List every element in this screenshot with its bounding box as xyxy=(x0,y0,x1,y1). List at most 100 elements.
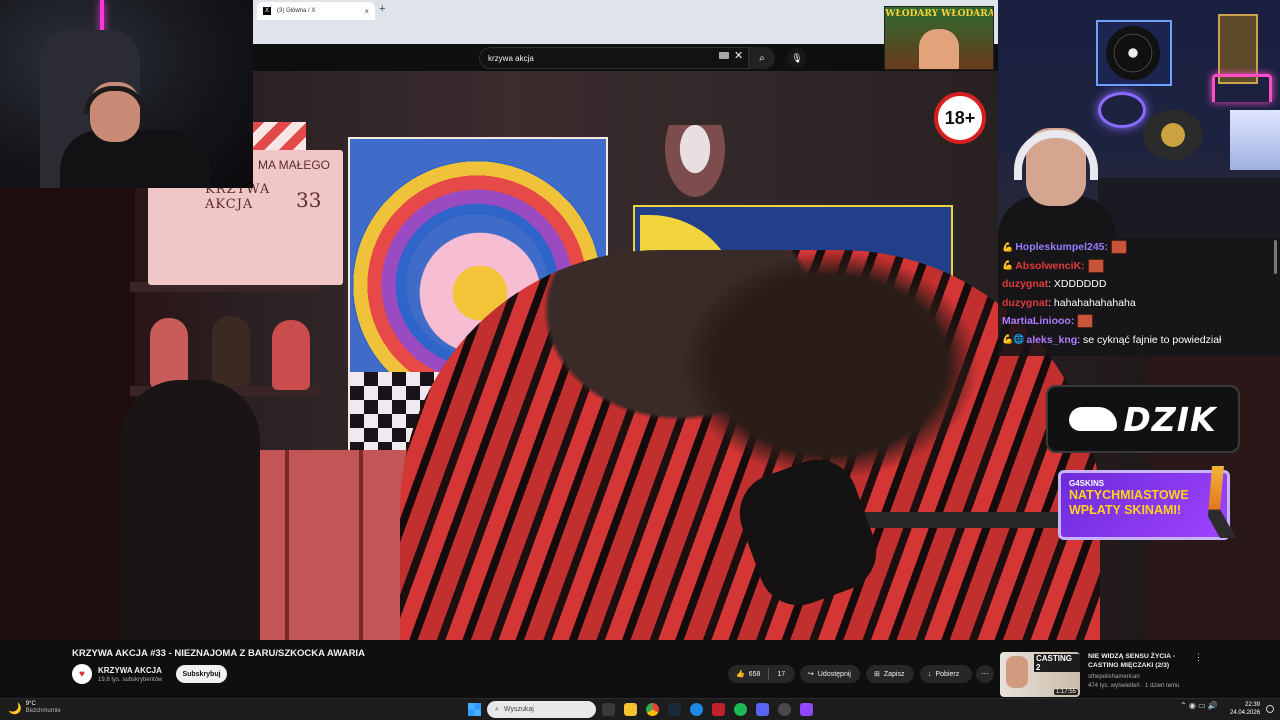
channel-avatar[interactable]: ♥ xyxy=(72,664,92,684)
file-explorer-icon[interactable] xyxy=(624,703,637,716)
subscriber-count: 19,8 tys. subskrybentów xyxy=(98,677,163,683)
system-tray[interactable]: ⌃ ◉ ▭ 🔊 xyxy=(1180,701,1218,710)
clock-time: 22:39 xyxy=(1244,702,1260,708)
browser-tab[interactable]: X (3) Główna / X × xyxy=(257,2,375,20)
taskbar-clock[interactable]: 22:39 24.04.2026 xyxy=(1230,701,1260,717)
sponsor-skins-line1: NATYCHMIASTOWE xyxy=(1069,488,1189,502)
chat-emote-icon xyxy=(1087,258,1104,273)
channel-name[interactable]: KRZYWA AKCJA xyxy=(98,666,162,675)
taskbar-search[interactable]: ⌕ Wyszukaj xyxy=(487,701,596,718)
boar-icon xyxy=(1069,407,1118,431)
recommended-channel[interactable]: sthepolishamerican xyxy=(1088,674,1140,680)
funko-figure xyxy=(150,318,188,388)
moon-icon: 🌙 xyxy=(8,702,22,715)
streamer-facecam xyxy=(0,0,253,188)
white-headset xyxy=(1014,130,1098,180)
heart-icon: ♥ xyxy=(79,668,85,680)
cohost-facecam xyxy=(998,0,1280,238)
recommended-thumbnail[interactable]: CASTING 2 1:17:55 xyxy=(1000,652,1080,697)
vinyl-disc xyxy=(1106,26,1160,80)
recommended-title[interactable]: NIE WIDZĄ SENSU ŻYCIA - CASTING MIĘCZAKI… xyxy=(1088,652,1198,670)
dislike-count[interactable]: 17 xyxy=(777,671,785,678)
like-dislike-group: 👍 658 17 xyxy=(728,665,795,683)
sponsor-skins-line2: WPŁATY SKINAMI! xyxy=(1069,503,1182,517)
chat-message: 💪 AbsolwenciK: xyxy=(1002,257,1280,276)
like-count[interactable]: 658 xyxy=(749,671,761,678)
keyboard-icon[interactable] xyxy=(719,52,729,59)
like-icon[interactable]: 👍 xyxy=(736,670,745,678)
more-icon: ⋯ xyxy=(981,671,989,678)
app-icon[interactable] xyxy=(712,703,725,716)
chat-text: : se cyknąć fajnie to powiedział xyxy=(1077,333,1222,346)
desk xyxy=(1098,178,1280,238)
tab-title: (3) Główna / X xyxy=(277,8,316,14)
task-view-icon[interactable] xyxy=(602,703,615,716)
neon-bull-sign xyxy=(1098,92,1146,128)
download-button[interactable]: ↓ Pobierz xyxy=(920,665,972,683)
tab-close-icon[interactable]: × xyxy=(364,7,369,16)
chat-username[interactable]: AbsolwenciK: xyxy=(1015,260,1084,272)
app-icon[interactable] xyxy=(778,703,791,716)
clapperboard-subtitle: MA MAŁEGO xyxy=(258,158,331,172)
figurine xyxy=(660,125,730,205)
discord-icon[interactable] xyxy=(756,703,769,716)
guest-silhouette xyxy=(120,380,260,640)
app-icon[interactable] xyxy=(800,703,813,716)
download-label: Pobierz xyxy=(935,670,960,678)
weather-widget[interactable]: 🌙 9°C Bezchmurnie xyxy=(8,701,61,715)
host-hair xyxy=(680,250,980,480)
chat-text: : hahahahahahaha xyxy=(1048,296,1136,309)
chat-username[interactable]: duzygnat xyxy=(1002,278,1048,290)
steam-icon[interactable] xyxy=(668,703,681,716)
gold-record xyxy=(1143,110,1203,160)
save-button[interactable]: ⊞ Zapisz xyxy=(866,665,914,683)
streamer-body xyxy=(60,130,210,188)
chrome-icon[interactable] xyxy=(646,703,659,716)
recommended-video[interactable]: CASTING 2 1:17:55 NIE WIDZĄ SENSU ŻYCIA … xyxy=(1000,652,1280,698)
new-tab-button[interactable]: + xyxy=(379,3,385,15)
chat-message: 💪🌐 aleks_kng: se cyknąć fajnie to powiedz… xyxy=(1002,331,1280,350)
video-duration: 1:17:55 xyxy=(1053,689,1078,695)
clear-search-icon[interactable]: ✕ xyxy=(734,49,743,62)
divider xyxy=(768,668,770,680)
share-icon: ↪ xyxy=(808,671,814,678)
voice-search-button[interactable]: 🎙 xyxy=(787,48,807,68)
x-logo-icon: X xyxy=(263,7,271,15)
chat-username[interactable]: MartiaLiniooo: xyxy=(1002,315,1074,327)
chat-username[interactable]: aleks_kng xyxy=(1026,334,1077,346)
chat-badge-icon: 💪 xyxy=(1002,260,1014,271)
chat-username[interactable]: duzygnat xyxy=(1002,297,1048,309)
poster-title: WŁODARY WŁODARA xyxy=(885,9,994,19)
sponsor-skins-brand: G4SKINS xyxy=(1069,479,1105,488)
kebab-menu-icon[interactable]: ⋮ xyxy=(1194,652,1203,663)
weather-description: Bezchmurnie xyxy=(25,708,61,714)
sponsor-dzik-logo: DZIK xyxy=(1123,399,1217,439)
chat-username[interactable]: Hopleskumpel245: xyxy=(1015,241,1108,253)
spotify-icon[interactable] xyxy=(734,703,747,716)
chat-messages: 💪 Hopleskumpel245: 💪 AbsolwenciK: duzygnat: … xyxy=(1002,238,1280,349)
drinks-fridge xyxy=(1230,110,1280,170)
notification-icon[interactable] xyxy=(1266,705,1274,713)
screen: KRZYWA AKCJA MA MAŁEGO 33 X (3) Główna /… xyxy=(0,0,1280,720)
clock-date: 24.04.2026 xyxy=(1230,710,1261,716)
subscribe-button[interactable]: Subskrybuj xyxy=(176,665,227,683)
more-actions-button[interactable]: ⋯ xyxy=(976,665,994,683)
search-button[interactable]: ⌕ xyxy=(749,47,775,69)
chat-message: MartiaLiniooo: xyxy=(1002,312,1280,331)
windows-start-icon[interactable] xyxy=(468,703,481,716)
microphone-icon: 🎙 xyxy=(791,52,803,63)
chat-emote-icon xyxy=(1111,240,1128,255)
thumbnail-tag: CASTING 2 xyxy=(1034,654,1080,672)
save-label: Zapisz xyxy=(883,670,905,678)
share-button[interactable]: ↪ Udostępnij xyxy=(800,665,860,683)
chat-badge-icon: 💪 xyxy=(1002,241,1014,252)
neon-house-sign xyxy=(1212,74,1272,102)
save-icon: ⊞ xyxy=(874,671,880,678)
stream-chat: 💪 Hopleskumpel245: 💪 AbsolwenciK: duzygnat: … xyxy=(998,238,1280,356)
chat-message: 💪 Hopleskumpel245: xyxy=(1002,238,1280,257)
weather-temperature: 9°C xyxy=(25,701,36,707)
clapperboard-number: 33 xyxy=(296,188,322,212)
search-input[interactable]: krzywa akcja xyxy=(479,47,749,69)
edge-icon[interactable] xyxy=(690,703,703,716)
chat-scrollbar[interactable] xyxy=(1274,240,1277,274)
